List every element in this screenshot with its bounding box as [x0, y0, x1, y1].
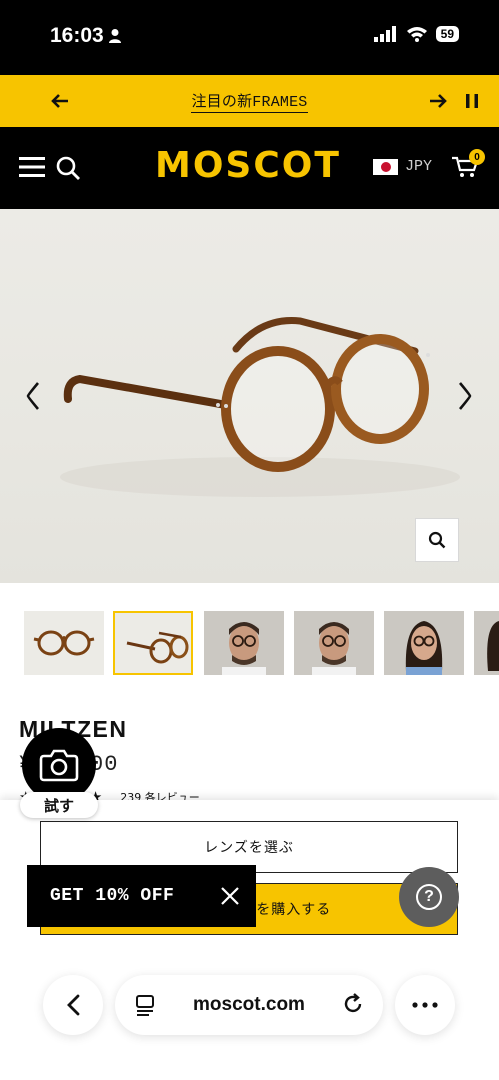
- promo-text-latin: FRAMES: [252, 93, 308, 111]
- status-bar: 16:03 59: [0, 0, 499, 75]
- signal-icon: [373, 26, 396, 42]
- promo-pause-button[interactable]: [460, 89, 484, 113]
- promo-next-button[interactable]: [426, 89, 450, 113]
- search-icon[interactable]: [55, 155, 81, 181]
- logo[interactable]: MOSCOT: [155, 145, 341, 186]
- discount-banner[interactable]: GET 10% OFF: [27, 865, 256, 927]
- pause-icon: [466, 94, 478, 108]
- virtual-try-on-button[interactable]: [22, 728, 96, 802]
- model-photo: [294, 611, 374, 675]
- product-image-carousel[interactable]: [0, 209, 499, 583]
- thumbnail-side[interactable]: [113, 611, 193, 675]
- promo-bar: 注目の新FRAMES: [0, 75, 499, 127]
- try-on-label[interactable]: 試す: [20, 792, 98, 818]
- more-icon: [412, 1002, 438, 1008]
- arrow-left-icon: [51, 94, 68, 108]
- more-options-button[interactable]: [395, 975, 455, 1035]
- thumbnail-front[interactable]: [24, 611, 104, 675]
- currency-selector[interactable]: JPY: [405, 158, 432, 175]
- status-indicators: 59: [373, 26, 459, 42]
- promo-link[interactable]: 注目の新FRAMES: [191, 90, 308, 113]
- thumbnail-strip: [0, 583, 499, 693]
- status-time-text: 16:03: [50, 24, 104, 47]
- glasses-side-thumb: [126, 631, 189, 664]
- camera-icon: [39, 749, 79, 782]
- glasses-front-thumb: [33, 630, 95, 656]
- thumbnail-model-3[interactable]: [384, 611, 464, 675]
- status-time: 16:03: [50, 24, 122, 48]
- promo-text-jp: 注目の新: [191, 91, 253, 110]
- url-text: moscot.com: [193, 994, 305, 1015]
- model-photo: [204, 611, 284, 675]
- arrow-right-icon: [430, 94, 447, 108]
- browser-toolbar: moscot.com: [0, 955, 499, 1080]
- reader-icon[interactable]: [135, 994, 155, 1016]
- site-header: MOSCOT JPY: [0, 127, 499, 209]
- discount-text: GET 10% OFF: [50, 886, 175, 906]
- chevron-left-icon: [67, 994, 80, 1016]
- zoom-button[interactable]: [415, 518, 459, 562]
- help-icon: ?: [416, 884, 442, 910]
- promo-prev-button[interactable]: [48, 89, 72, 113]
- japan-flag-icon[interactable]: [373, 159, 398, 175]
- thumbnail-model-4[interactable]: [474, 611, 499, 675]
- browser-back-button[interactable]: [43, 975, 103, 1035]
- reload-icon[interactable]: [342, 993, 364, 1015]
- model-photo: [384, 611, 464, 675]
- zoom-icon: [428, 531, 446, 549]
- close-icon[interactable]: [220, 886, 240, 906]
- chevron-right-icon[interactable]: [454, 381, 474, 411]
- person-icon: [108, 29, 121, 43]
- cart-count-badge: 0: [469, 149, 485, 165]
- thumbnail-model-2[interactable]: [294, 611, 374, 675]
- menu-icon[interactable]: [19, 156, 45, 178]
- battery-indicator: 59: [435, 26, 459, 42]
- model-photo: [474, 611, 499, 675]
- help-button[interactable]: ?: [399, 867, 459, 927]
- chevron-left-icon[interactable]: [24, 381, 44, 411]
- wifi-icon: [406, 27, 427, 42]
- address-bar[interactable]: moscot.com: [115, 975, 383, 1035]
- thumbnail-model-1[interactable]: [204, 611, 284, 675]
